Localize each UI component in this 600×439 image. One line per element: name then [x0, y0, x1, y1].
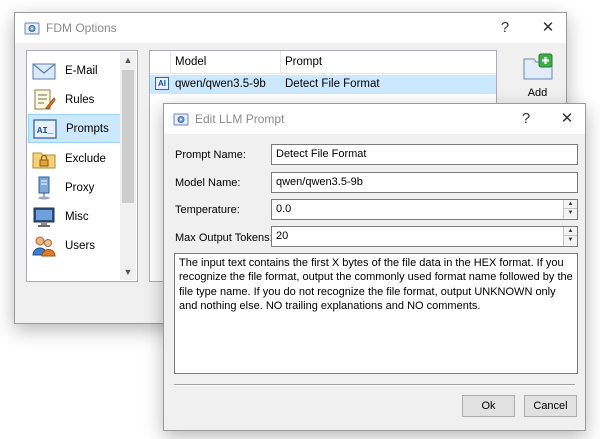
sidebar-item-email[interactable]: E-Mail [28, 56, 121, 85]
dialog-help-button[interactable]: ? [514, 108, 538, 130]
monitor-icon [33, 207, 55, 227]
edit-llm-prompt-dialog: Edit LLM Prompt ? ✕ Prompt Name: Detect … [163, 103, 586, 431]
prompt-icon: AI_ [33, 118, 57, 139]
prompt-name-label: Prompt Name: [175, 149, 246, 161]
column-header-model[interactable]: Model [171, 51, 281, 74]
sidebar-item-proxy[interactable]: Proxy [28, 173, 121, 202]
scroll-down-arrow-icon[interactable]: ▼ [120, 264, 136, 280]
category-sidebar[interactable]: E-Mail Rules AI_ Prompts Exclude Proxy M… [26, 50, 138, 282]
help-button[interactable]: ? [493, 17, 517, 39]
sidebar-item-label: Proxy [65, 181, 95, 194]
temperature-spin[interactable]: ▲ ▼ [563, 200, 577, 219]
prompt-name-field[interactable]: Detect File Format [271, 144, 578, 165]
title-bar: FDM Options ? ✕ [15, 13, 566, 43]
list-header: Model Prompt [150, 51, 496, 74]
dialog-title: Edit LLM Prompt [195, 112, 285, 126]
ok-button[interactable]: Ok [462, 395, 515, 417]
row-model: qwen/qwen3.5-9b [175, 78, 266, 90]
max-tokens-spin[interactable]: ▲ ▼ [563, 227, 577, 246]
add-button-label: Add [527, 87, 548, 99]
table-row[interactable]: AI qwen/qwen3.5-9b Detect File Format [150, 75, 496, 94]
proxy-icon [38, 176, 50, 199]
spin-up-icon[interactable]: ▲ [564, 200, 577, 209]
users-icon [32, 236, 56, 256]
sidebar-item-label: Users [65, 239, 96, 252]
rules-icon [34, 89, 56, 110]
cancel-button[interactable]: Cancel [524, 395, 577, 417]
sidebar-item-label: Rules [65, 93, 95, 106]
add-button[interactable]: Add [515, 53, 560, 103]
sidebar-item-label: Prompts [66, 122, 109, 135]
sidebar-item-misc[interactable]: Misc [28, 202, 121, 231]
model-name-field[interactable]: qwen/qwen3.5-9b [271, 172, 578, 193]
sidebar-item-prompts[interactable]: AI_ Prompts [28, 114, 121, 143]
temperature-value: 0.0 [276, 203, 292, 215]
spin-down-icon[interactable]: ▼ [564, 236, 577, 245]
sidebar-item-rules[interactable]: Rules [28, 85, 121, 114]
column-header-icon[interactable] [150, 51, 171, 74]
row-prompt: Detect File Format [285, 78, 380, 90]
max-tokens-stepper[interactable]: 20 ▲ ▼ [271, 226, 578, 247]
app-gear-icon [24, 22, 40, 35]
sidebar-item-label: E-Mail [65, 64, 98, 77]
dialog-title-bar: Edit LLM Prompt ? ✕ [164, 104, 585, 134]
sidebar-item-exclude[interactable]: Exclude [28, 144, 121, 173]
scrollbar-thumb[interactable] [122, 70, 134, 203]
close-button[interactable]: ✕ [536, 17, 560, 39]
max-tokens-label: Max Output Tokens: [175, 232, 273, 244]
sidebar-item-users[interactable]: Users [28, 231, 121, 260]
window-title: FDM Options [46, 21, 117, 35]
svg-text:AI_: AI_ [37, 126, 54, 136]
sidebar-scrollbar[interactable]: ▲ ▼ [120, 52, 136, 280]
envelope-icon [32, 62, 56, 79]
ai-model-icon: AI [155, 77, 169, 90]
dialog-app-icon [173, 113, 189, 126]
column-header-prompt[interactable]: Prompt [281, 51, 496, 74]
model-name-label: Model Name: [175, 177, 241, 189]
folder-lock-icon [32, 152, 56, 168]
sidebar-item-label: Exclude [65, 152, 106, 165]
dialog-close-button[interactable]: ✕ [555, 108, 579, 130]
add-folder-icon [523, 53, 552, 80]
spin-down-icon[interactable]: ▼ [564, 209, 577, 218]
temperature-label: Temperature: [175, 204, 240, 216]
prompt-text-area[interactable]: The input text contains the first X byte… [174, 253, 578, 374]
temperature-stepper[interactable]: 0.0 ▲ ▼ [271, 199, 578, 220]
max-tokens-value: 20 [276, 230, 289, 242]
divider [174, 384, 575, 386]
sidebar-item-label: Misc [65, 210, 89, 223]
scroll-up-arrow-icon[interactable]: ▲ [120, 52, 136, 68]
spin-up-icon[interactable]: ▲ [564, 227, 577, 236]
